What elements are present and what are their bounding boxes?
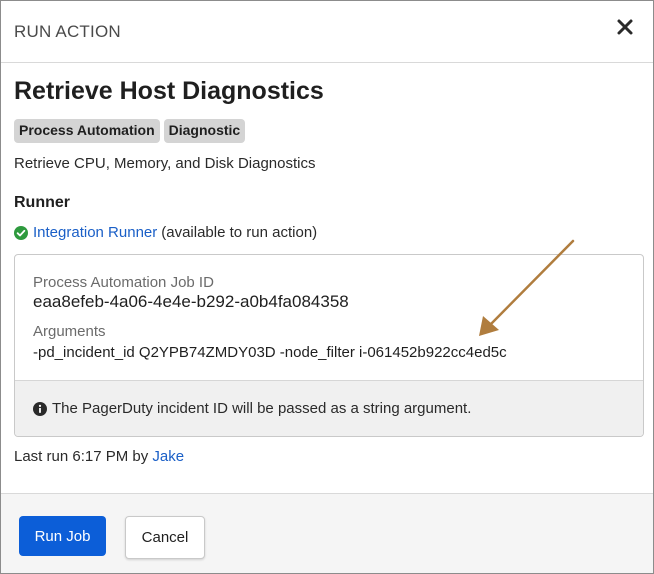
- runner-status: Integration Runner (available to run act…: [14, 224, 317, 241]
- job-id-label: Process Automation Job ID: [33, 274, 214, 291]
- modal-title: RUN ACTION: [14, 22, 121, 41]
- info-bar: The PagerDuty incident ID will be passed…: [15, 380, 643, 436]
- modal-header: RUN ACTION: [1, 1, 653, 63]
- arguments-value: -pd_incident_id Q2YPB74ZMDY03D -node_fil…: [33, 344, 507, 361]
- runner-availability-text: (available to run action): [161, 224, 318, 241]
- tag-process-automation: Process Automation: [14, 119, 160, 143]
- action-title: Retrieve Host Diagnostics: [14, 77, 324, 105]
- job-id-value: eaa8efeb-4a06-4e4e-b292-a0b4fa084358: [33, 292, 349, 311]
- integration-runner-link[interactable]: Integration Runner: [33, 224, 157, 241]
- tag-diagnostic: Diagnostic: [163, 119, 246, 143]
- modal-footer: Run Job Cancel: [1, 493, 653, 573]
- info-text: The PagerDuty incident ID will be passed…: [52, 400, 472, 417]
- job-details-box: Process Automation Job ID eaa8efeb-4a06-…: [14, 254, 644, 437]
- close-button[interactable]: [615, 17, 635, 37]
- action-description: Retrieve CPU, Memory, and Disk Diagnosti…: [14, 155, 316, 172]
- info-circle-icon: [33, 402, 47, 416]
- action-tags: Process Automation Diagnostic: [14, 119, 246, 143]
- runner-heading: Runner: [14, 194, 70, 211]
- last-run-user-link[interactable]: Jake: [152, 448, 184, 465]
- last-run-text: Last run 6:17 PM by: [14, 448, 149, 465]
- last-run: Last run 6:17 PM by Jake: [14, 448, 184, 465]
- close-icon: [617, 19, 633, 35]
- run-action-modal: RUN ACTION Retrieve Host Diagnostics Pro…: [0, 0, 654, 574]
- run-job-button[interactable]: Run Job: [19, 516, 106, 556]
- check-circle-icon: [14, 225, 28, 240]
- cancel-button[interactable]: Cancel: [125, 516, 205, 559]
- arguments-label: Arguments: [33, 323, 106, 340]
